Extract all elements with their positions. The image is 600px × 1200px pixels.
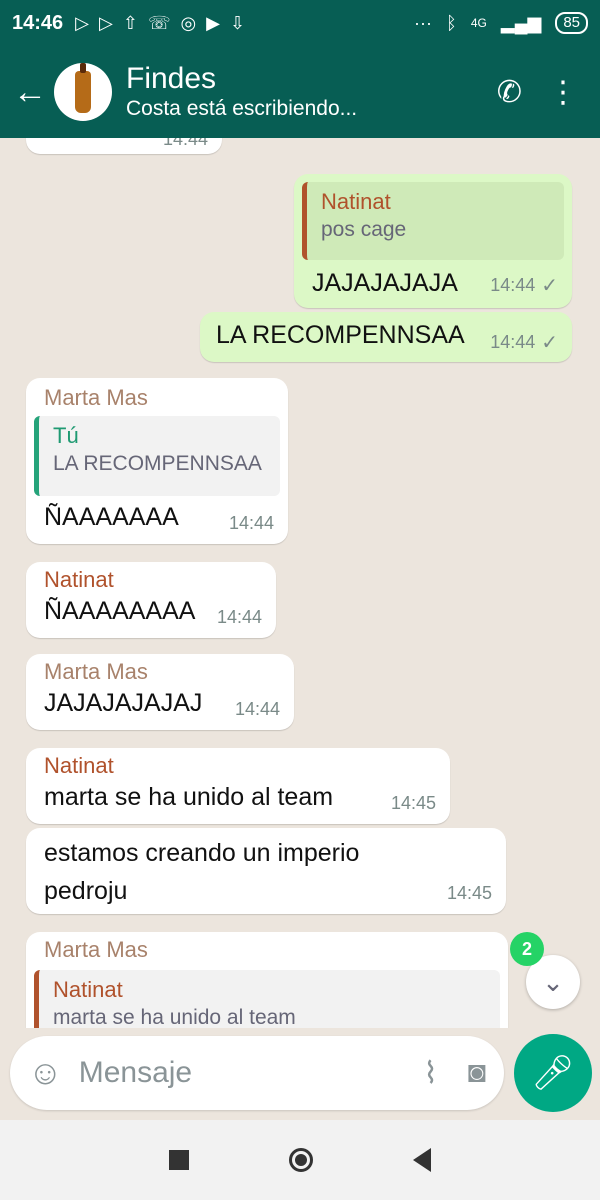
message-sender: Marta Mas [44, 659, 148, 684]
unread-badge: 2 [510, 932, 544, 966]
youtube-icon: ▶ [206, 12, 221, 33]
signal-icon: ▂▄▆ [500, 12, 542, 33]
quoted-text: LA RECOMPENNSAA [53, 452, 262, 475]
back-button[interactable] [413, 1148, 431, 1172]
attach-icon[interactable]: ⌇ [423, 1056, 438, 1091]
group-avatar[interactable] [54, 63, 112, 121]
missed-call-icon: ☏ [147, 12, 171, 33]
home-button[interactable] [289, 1148, 313, 1172]
chat-header: ← Findes Costa está escribiendo... ✆ ⋮ [0, 46, 600, 138]
emoji-icon[interactable]: ☺ [28, 1054, 63, 1093]
bottle-icon [75, 63, 91, 113]
system-nav-bar [0, 1120, 600, 1200]
message-time: 14:44 [490, 332, 536, 352]
message-sender: Natinat [44, 753, 114, 778]
message-bubble[interactable]: Natinat pos cage JAJAJAJAJA 14:44 ✓ [294, 174, 572, 308]
message-time: 14:44 [490, 275, 536, 295]
voice-record-button[interactable]: 🎤︎ [514, 1034, 592, 1112]
message-sender: Marta Mas [44, 937, 148, 962]
quoted-text: marta se ha unido al team [53, 1006, 296, 1028]
camera-icon[interactable]: ◙ [468, 1056, 486, 1090]
message-sender: Natinat [44, 567, 114, 592]
more-options-icon[interactable]: ⋮ [548, 75, 578, 110]
quoted-sender: Tú [53, 423, 79, 448]
message-bubble[interactable]: Natinat ÑAAAAAAAA 14:44 [26, 562, 276, 638]
message-text: estamos creando un imperio pedroju [44, 839, 360, 905]
network-label: 4G [470, 16, 487, 30]
add-call-icon[interactable]: ✆ [497, 75, 522, 110]
message-composer: ☺ ⌇ ◙ [10, 1036, 504, 1110]
message-input[interactable] [76, 1055, 351, 1091]
quoted-message[interactable]: Natinat marta se ha unido al team [34, 970, 500, 1028]
message-time: 14:45 [390, 793, 436, 813]
message-list[interactable]: 14:44 Natinat pos cage JAJAJAJAJA 14:44 … [0, 138, 600, 1028]
back-arrow-icon[interactable]: ← [6, 68, 54, 116]
double-chevron-down-icon: ⌄ [542, 966, 564, 997]
sent-check-icon: ✓ [541, 332, 558, 354]
chat-title: Findes [126, 62, 217, 95]
message-bubble[interactable]: Marta Mas Natinat marta se ha unido al t… [26, 932, 508, 1028]
message-time: 14:44 [234, 699, 280, 719]
message-bubble[interactable]: Natinat marta se ha unido al team 14:45 [26, 748, 450, 824]
message-time: 14:44 [162, 138, 208, 149]
message-bubble[interactable]: LA RECOMPENNSAA 14:44 ✓ [200, 312, 572, 362]
notification-icons: ▷ ▷ ⇧ ☏ ◎ ▶ ⇩ [75, 13, 245, 34]
message-sender: Marta Mas [44, 385, 148, 410]
quoted-sender: Natinat [321, 189, 391, 214]
download-icon: ⇩ [230, 12, 246, 33]
message-text: marta se ha unido al team [44, 783, 334, 811]
message-time: 14:44 [228, 513, 274, 533]
sent-check-icon: ✓ [541, 275, 558, 297]
typing-status: Costa está escribiendo... [126, 97, 358, 120]
bluetooth-icon: ᛒ [446, 12, 457, 33]
upload-icon: ⇧ [122, 12, 138, 33]
chat-info[interactable]: Findes Costa está escribiendo... [126, 62, 357, 122]
instagram-icon: ◎ [180, 12, 197, 33]
message-bubble[interactable]: estamos creando un imperio pedroju 14:45 [26, 828, 506, 914]
quoted-message[interactable]: Tú LA RECOMPENNSAA [34, 416, 280, 496]
message-bubble[interactable]: Marta Mas JAJAJAJAJAJ 14:44 [26, 654, 294, 730]
status-bar: 14:46 ▷ ▷ ⇧ ☏ ◎ ▶ ⇩ ··· ᛒ 4G ▂▄▆ 85 [0, 0, 600, 46]
play-icon: ▷ [99, 12, 113, 33]
message-time: 14:45 [446, 883, 492, 903]
clock: 14:46 [12, 11, 64, 34]
message-time: 14:44 [216, 607, 262, 627]
battery-icon: 85 [555, 12, 588, 34]
quoted-text: pos cage [321, 218, 407, 241]
play-icon: ▷ [75, 12, 89, 33]
microphone-icon: 🎤︎ [531, 1054, 575, 1092]
message-bubble[interactable]: 14:44 [26, 138, 222, 154]
recents-button[interactable] [169, 1150, 189, 1170]
quoted-sender: Natinat [53, 977, 123, 1002]
quoted-message[interactable]: Natinat pos cage [302, 182, 564, 260]
message-bubble[interactable]: Marta Mas Tú LA RECOMPENNSAA ÑAAAAAAA 14… [26, 378, 288, 544]
more-notifications-icon: ··· [414, 12, 433, 33]
